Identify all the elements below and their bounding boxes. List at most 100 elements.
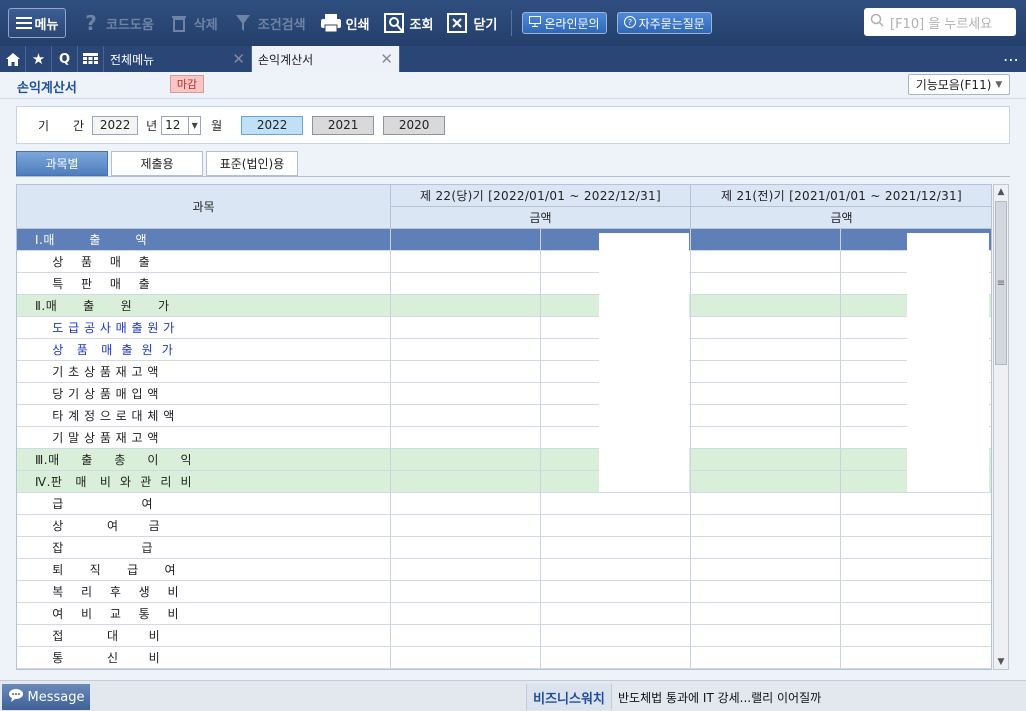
table-row[interactable]: 통 신 비	[17, 647, 991, 669]
amount-cell[interactable]	[691, 317, 841, 338]
amount-cell[interactable]	[841, 625, 991, 646]
amount-cell[interactable]	[541, 515, 691, 536]
amount-cell[interactable]	[391, 625, 541, 646]
table-row[interactable]: Ⅱ.매 출 원 가	[17, 295, 991, 317]
amount-cell[interactable]	[391, 383, 541, 404]
amount-cell[interactable]	[691, 471, 841, 492]
amount-cell[interactable]	[391, 515, 541, 536]
account-name-cell[interactable]: 급 여	[17, 493, 391, 514]
amount-cell[interactable]	[391, 339, 541, 360]
amount-cell[interactable]	[691, 273, 841, 294]
amount-cell[interactable]	[391, 405, 541, 426]
amount-cell[interactable]	[391, 647, 541, 668]
message-button[interactable]: Message	[2, 684, 90, 710]
chevron-up-icon[interactable]: ▲	[994, 185, 1008, 199]
amount-cell[interactable]	[691, 295, 841, 316]
grid-menu-icon[interactable]	[78, 46, 104, 72]
account-name-cell[interactable]: 기 초 상 품 재 고 액	[17, 361, 391, 382]
tab-income-statement[interactable]: 손익계산서 ✕	[252, 46, 400, 72]
chevron-down-icon[interactable]: ▼	[994, 655, 1008, 669]
amount-cell[interactable]	[541, 603, 691, 624]
tab-all-menu[interactable]: 전체메뉴 ✕	[104, 46, 252, 72]
account-name-cell[interactable]: 여 비 교 통 비	[17, 603, 391, 624]
amount-cell[interactable]	[841, 581, 991, 602]
delete-button[interactable]: 삭제	[168, 8, 218, 38]
amount-cell[interactable]	[541, 559, 691, 580]
table-row[interactable]: 급 여	[17, 493, 991, 515]
account-name-cell[interactable]: 상 품 매 출 원 가	[17, 339, 391, 360]
amount-cell[interactable]	[391, 361, 541, 382]
account-name-cell[interactable]: 도 급 공 사 매 출 원 가	[17, 317, 391, 338]
amount-cell[interactable]	[841, 493, 991, 514]
amount-cell[interactable]	[391, 427, 541, 448]
table-row[interactable]: 퇴 직 급 여	[17, 559, 991, 581]
table-row[interactable]: 특 판 매 출	[17, 273, 991, 295]
amount-cell[interactable]	[691, 229, 841, 250]
amount-cell[interactable]	[691, 625, 841, 646]
amount-cell[interactable]	[691, 449, 841, 470]
account-name-cell[interactable]: Ⅱ.매 출 원 가	[17, 295, 391, 316]
menu-button[interactable]: 메뉴	[8, 8, 66, 38]
condition-search-button[interactable]: 조건검색	[232, 8, 306, 38]
amount-cell[interactable]	[541, 581, 691, 602]
year-button-2021[interactable]: 2021	[312, 115, 375, 135]
amount-cell[interactable]	[691, 251, 841, 272]
account-name-cell[interactable]: 잡 급	[17, 537, 391, 558]
amount-cell[interactable]	[691, 559, 841, 580]
table-row[interactable]: 타 계 정 으 로 대 체 액	[17, 405, 991, 427]
account-name-cell[interactable]: 접 대 비	[17, 625, 391, 646]
amount-cell[interactable]	[541, 625, 691, 646]
amount-cell[interactable]	[841, 647, 991, 668]
account-name-cell[interactable]: Ⅳ.판 매 비 와 관 리 비	[17, 471, 391, 492]
account-name-cell[interactable]: 복 리 후 생 비	[17, 581, 391, 602]
menu-search-input[interactable]: [F10] 을 누르세요	[864, 8, 1016, 36]
month-select[interactable]: 12 ▼	[161, 115, 202, 135]
more-icon[interactable]: ⋯	[996, 46, 1026, 72]
amount-cell[interactable]	[391, 471, 541, 492]
amount-cell[interactable]	[391, 581, 541, 602]
amount-cell[interactable]	[391, 603, 541, 624]
amount-cell[interactable]	[391, 273, 541, 294]
faq-button[interactable]: ? 자주묻는질문	[616, 12, 712, 34]
account-name-cell[interactable]: 퇴 직 급 여	[17, 559, 391, 580]
table-row[interactable]: 복 리 후 생 비	[17, 581, 991, 603]
home-icon[interactable]	[0, 46, 26, 72]
amount-cell[interactable]	[541, 537, 691, 558]
amount-cell[interactable]	[391, 295, 541, 316]
amount-cell[interactable]	[691, 361, 841, 382]
amount-cell[interactable]	[391, 493, 541, 514]
tab-standard-corporate[interactable]: 표준(법인)용	[206, 151, 298, 176]
amount-cell[interactable]	[691, 647, 841, 668]
functions-dropdown[interactable]: 기능모음(F11) ▼	[908, 74, 1010, 95]
grid-scrollbar[interactable]: ▲ ≡ ▼	[993, 184, 1009, 670]
code-help-button[interactable]: ? 코드도움	[80, 8, 154, 38]
amount-cell[interactable]	[691, 493, 841, 514]
amount-cell[interactable]	[391, 449, 541, 470]
account-name-cell[interactable]: 통 신 비	[17, 647, 391, 668]
account-name-cell[interactable]: 당 기 상 품 매 입 액	[17, 383, 391, 404]
scroll-thumb[interactable]: ≡	[995, 201, 1007, 365]
amount-cell[interactable]	[391, 317, 541, 338]
table-row[interactable]: 상 품 매 출	[17, 251, 991, 273]
tab-submission[interactable]: 제출용	[111, 151, 203, 176]
query-button[interactable]: 조회	[383, 8, 433, 38]
amount-cell[interactable]	[691, 581, 841, 602]
table-row[interactable]: Ⅲ.매 출 총 이 익	[17, 449, 991, 471]
amount-cell[interactable]	[391, 537, 541, 558]
amount-cell[interactable]	[691, 339, 841, 360]
amount-cell[interactable]	[691, 515, 841, 536]
amount-cell[interactable]	[841, 537, 991, 558]
year-button-2020[interactable]: 2020	[383, 115, 446, 135]
account-name-cell[interactable]: 특 판 매 출	[17, 273, 391, 294]
amount-cell[interactable]	[391, 251, 541, 272]
account-name-cell[interactable]: 기 말 상 품 재 고 액	[17, 427, 391, 448]
table-row[interactable]: 여 비 교 통 비	[17, 603, 991, 625]
year-input[interactable]: 2022	[92, 115, 139, 135]
table-row[interactable]: 당 기 상 품 매 입 액	[17, 383, 991, 405]
amount-cell[interactable]	[541, 493, 691, 514]
table-row[interactable]: Ⅰ.매 출 액	[17, 229, 991, 251]
amount-cell[interactable]	[841, 603, 991, 624]
tab-by-account[interactable]: 과목별	[16, 151, 108, 176]
close-page-button[interactable]: 닫기	[447, 8, 497, 38]
year-button-2022[interactable]: 2022	[241, 115, 304, 135]
